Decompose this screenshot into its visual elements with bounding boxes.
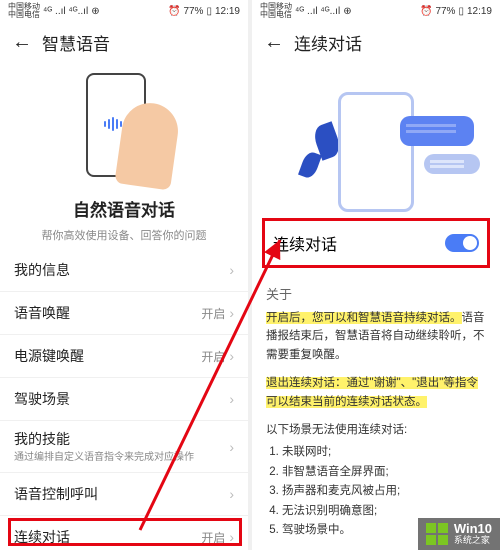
battery-pct: 77%: [183, 6, 203, 17]
carrier-label: 中国移动 中国电信: [260, 3, 292, 19]
illustration-hand-phone: [0, 62, 248, 192]
chevron-right-icon: ›: [229, 262, 234, 278]
battery-pct: 77%: [435, 6, 455, 17]
windows-logo-icon: [426, 523, 448, 545]
toggle-continuous-dialog[interactable]: 连续对话: [262, 218, 490, 268]
row-continuous-dialog[interactable]: 连续对话 开启›: [0, 516, 248, 550]
signal-icon: ⁴ᴳ ..ıl ⁴ᴳ..ıl: [295, 6, 340, 17]
scene-item: 未联网时;: [282, 443, 486, 461]
feature-title: 自然语音对话: [0, 196, 248, 221]
chevron-right-icon: ›: [229, 439, 234, 455]
chevron-right-icon: ›: [229, 486, 234, 502]
switch-on-icon[interactable]: [445, 234, 479, 252]
page-title: 连续对话: [294, 30, 362, 55]
clock: 12:19: [467, 6, 492, 17]
chevron-right-icon: ›: [229, 305, 234, 321]
pane-voice-settings: 中国移动 中国电信 ⁴ᴳ ..ıl ⁴ᴳ..ıl ⊕ ⏰ 77% ▯ 12:19…: [0, 0, 248, 550]
chevron-right-icon: ›: [229, 348, 234, 364]
row-my-skills[interactable]: 我的技能 通过编排自定义语音指令来完成对应操作 ›: [0, 421, 248, 473]
chevron-right-icon: ›: [229, 391, 234, 407]
row-voice-wake[interactable]: 语音唤醒 开启›: [0, 292, 248, 335]
scene-item: 非智慧语音全屏界面;: [282, 463, 486, 481]
row-power-wake[interactable]: 电源键唤醒 开启›: [0, 335, 248, 378]
toggle-label: 连续对话: [273, 231, 337, 255]
row-driving-scene[interactable]: 驾驶场景 ›: [0, 378, 248, 421]
about-heading: 关于: [252, 274, 500, 307]
status-bar: 中国移动 中国电信 ⁴ᴳ ..ıl ⁴ᴳ..ıl ⊕ ⏰ 77% ▯ 12:19: [252, 0, 500, 22]
row-voice-call-control[interactable]: 语音控制呼叫 ›: [0, 473, 248, 516]
status-bar: 中国移动 中国电信 ⁴ᴳ ..ıl ⁴ᴳ..ıl ⊕ ⏰ 77% ▯ 12:19: [0, 0, 248, 22]
back-button[interactable]: ←: [8, 31, 36, 54]
signal-icon: ⁴ᴳ ..ıl ⁴ᴳ..ıl: [43, 6, 88, 17]
watermark: Win10系统之家: [418, 518, 500, 550]
chevron-right-icon: ›: [229, 529, 234, 545]
scene-item: 扬声器和麦克风被占用;: [282, 482, 486, 500]
alarm-icon: ⏰: [168, 6, 180, 17]
illustration-chat-bubbles: [252, 62, 500, 212]
network-icon: ⊕: [91, 6, 99, 17]
about-paragraph-2: 退出连续对话：通过"谢谢"、"退出"等指令可以结束当前的连续对话状态。: [252, 372, 500, 413]
alarm-icon: ⏰: [420, 6, 432, 17]
network-icon: ⊕: [343, 6, 351, 17]
clock: 12:19: [215, 6, 240, 17]
about-paragraph-1: 开启后，您可以和智慧语音持续对话。语音播报结束后，智慧语音将自动继续聆听，不需要…: [252, 307, 500, 366]
row-my-info[interactable]: 我的信息 ›: [0, 249, 248, 292]
back-button[interactable]: ←: [260, 31, 288, 54]
feature-subtitle: 帮你高效使用设备、回答你的问题: [12, 227, 236, 243]
battery-icon: ▯: [206, 6, 212, 17]
page-title: 智慧语音: [42, 30, 110, 55]
battery-icon: ▯: [458, 6, 464, 17]
carrier-label: 中国移动 中国电信: [8, 3, 40, 19]
pane-continuous-dialog: 中国移动 中国电信 ⁴ᴳ ..ıl ⁴ᴳ..ıl ⊕ ⏰ 77% ▯ 12:19…: [252, 0, 500, 550]
